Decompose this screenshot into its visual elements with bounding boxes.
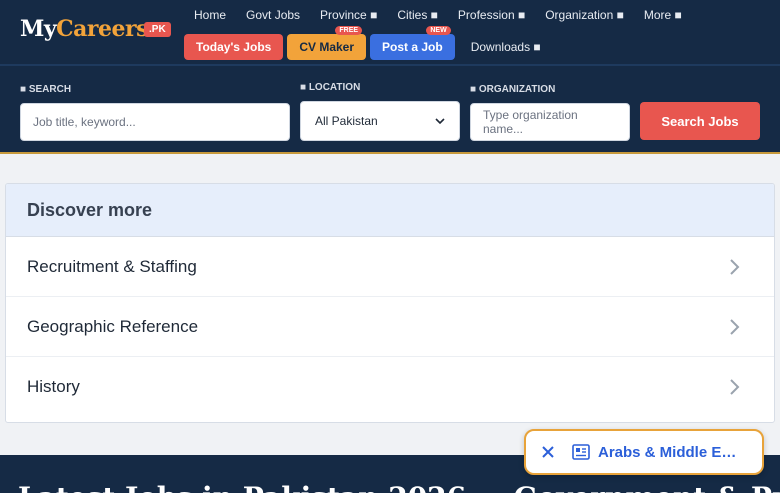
downloads-menu[interactable]: Downloads ■: [459, 34, 553, 60]
logo-badge: .PK: [144, 22, 171, 37]
latest-jobs-heading: Latest Jobs in Pakistan 2026 — Governmen…: [18, 481, 780, 493]
cv-maker-label: CV Maker: [299, 40, 355, 54]
discover-item[interactable]: Recruitment & Staffing: [6, 237, 774, 297]
new-badge: NEW: [426, 26, 451, 35]
todays-jobs-button[interactable]: Today's Jobs: [184, 34, 284, 60]
action-nav: Today's Jobs CV Maker FREE Post a Job NE…: [184, 26, 557, 60]
search-jobs-button[interactable]: Search Jobs: [640, 102, 760, 140]
nav-govt-jobs[interactable]: Govt Jobs: [236, 6, 310, 26]
search-input[interactable]: Job title, keyword...: [20, 103, 290, 141]
nav-province[interactable]: Province ■: [310, 6, 387, 26]
chevron-right-icon: [714, 247, 754, 287]
nav-home[interactable]: Home: [184, 6, 236, 26]
discover-item[interactable]: Geographic Reference: [6, 297, 774, 357]
chip-label: Arabs & Middle Eastern...: [598, 443, 743, 461]
nav-more[interactable]: More ■: [634, 6, 692, 26]
close-icon[interactable]: [538, 442, 558, 462]
chevron-down-icon: [435, 118, 445, 125]
organization-input[interactable]: Type organization name...: [470, 103, 630, 141]
location-value: All Pakistan: [315, 114, 378, 128]
search-label: ■ SEARCH: [20, 84, 72, 95]
top-nav: Home Govt Jobs Province ■ Cities ■ Profe…: [184, 6, 692, 26]
location-select[interactable]: All Pakistan: [300, 101, 460, 141]
discover-item[interactable]: History: [6, 357, 774, 417]
site-logo[interactable]: MyCareers: [20, 16, 148, 42]
discover-item-label: Recruitment & Staffing: [27, 256, 197, 276]
nav-profession[interactable]: Profession ■: [448, 6, 535, 26]
nav-organization[interactable]: Organization ■: [535, 6, 634, 26]
chevron-right-icon: [714, 367, 754, 407]
article-icon: [572, 444, 590, 460]
free-badge: FREE: [335, 26, 363, 35]
site-header: MyCareers .PK Home Govt Jobs Province ■ …: [0, 0, 780, 64]
organization-label: ■ ORGANIZATION: [470, 84, 556, 95]
logo-careers: Careers: [56, 16, 148, 42]
post-job-label: Post a Job: [382, 40, 443, 54]
cv-maker-button[interactable]: CV Maker FREE: [287, 26, 367, 60]
discover-more-panel: Discover more Recruitment & Staffing Geo…: [5, 183, 775, 423]
chevron-right-icon: [714, 307, 754, 347]
logo-my: My: [20, 16, 57, 42]
discover-title: Discover more: [6, 184, 774, 237]
discover-item-label: History: [27, 377, 80, 396]
location-label: ■ LOCATION: [300, 82, 361, 93]
related-topic-chip[interactable]: Arabs & Middle Eastern...: [524, 429, 764, 475]
nav-cities[interactable]: Cities ■: [387, 6, 448, 26]
discover-item-label: Geographic Reference: [27, 316, 199, 336]
post-job-button[interactable]: Post a Job NEW: [370, 26, 455, 60]
